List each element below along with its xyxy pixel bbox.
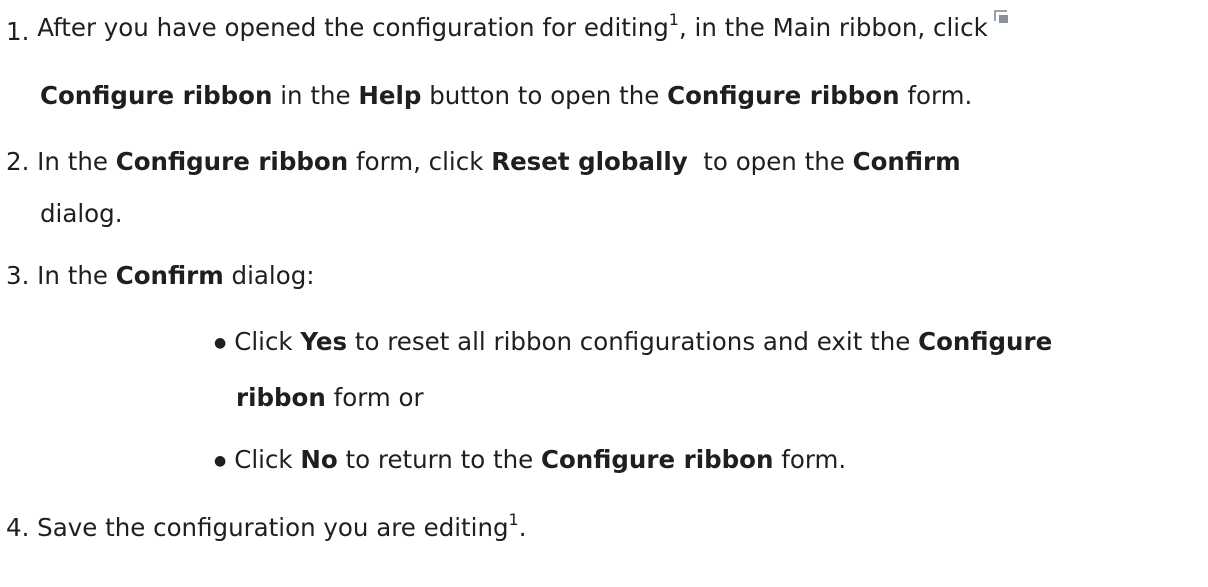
ui-term: Confirm: [115, 261, 224, 290]
step-number: 3.: [6, 261, 30, 290]
ui-term: Help: [358, 81, 422, 110]
step-2-line-2: dialog.: [40, 198, 123, 230]
ui-term: Configure ribbon: [540, 445, 774, 474]
step-text: Click: [234, 327, 301, 356]
step-3-line-1: 3. In the Confirm dialog:: [6, 260, 315, 292]
step-text: dialog.: [40, 199, 123, 228]
step-number: 4.: [6, 513, 30, 542]
ui-term: Configure ribbon: [667, 81, 900, 110]
step-text: to open the: [687, 147, 853, 176]
step-1-line-2: Configure ribbon in the Help button to o…: [40, 80, 972, 112]
step-text: form.: [773, 445, 847, 474]
ui-term: Confirm: [852, 147, 961, 176]
step-text: form, click: [348, 147, 492, 176]
ui-term: No: [300, 445, 338, 474]
step-text: form or: [325, 383, 424, 412]
ui-term: Configure: [918, 327, 1053, 356]
step-text: Save the configuration you are editing: [29, 513, 509, 542]
step-text: .: [518, 513, 527, 542]
step-4-line-1: 4. Save the configuration you are editin…: [6, 510, 527, 544]
bullet-icon: ●: [214, 335, 227, 351]
footnote-marker[interactable]: 1: [669, 10, 679, 29]
configure-ribbon-icon: [993, 10, 1010, 24]
step-number: 1.: [6, 17, 30, 46]
step-text: in the: [272, 81, 359, 110]
ui-term: Configure ribbon: [40, 81, 273, 110]
step-2-line-1: 2. In the Configure ribbon form, click R…: [6, 146, 961, 178]
bullet-2-line-1: ● Click No to return to the Configure rib…: [214, 444, 846, 477]
step-number: 2.: [6, 147, 30, 176]
ui-term: ribbon: [236, 383, 326, 412]
ui-term: Yes: [300, 327, 348, 356]
step-text: to reset all ribbon configurations and e…: [347, 327, 919, 356]
step-text: Click: [234, 445, 301, 474]
step-1-line-1: 1. After you have opened the configurati…: [6, 10, 1010, 48]
ui-term: Configure ribbon: [115, 147, 349, 176]
step-text: In the: [29, 147, 116, 176]
step-text: form.: [899, 81, 973, 110]
bullet-icon: ●: [214, 453, 227, 469]
step-text: dialog:: [223, 261, 315, 290]
step-text: button to open the: [421, 81, 668, 110]
step-text: , in the Main ribbon, click: [678, 13, 988, 42]
step-text: After you have opened the configuration …: [37, 13, 669, 42]
ui-term: Reset globally: [491, 147, 688, 176]
bullet-1-line-1: ● Click Yes to reset all ribbon configura…: [214, 326, 1052, 359]
bullet-1-line-2: ribbon form or: [236, 382, 424, 414]
step-text: In the: [29, 261, 116, 290]
step-text: to return to the: [337, 445, 541, 474]
footnote-marker[interactable]: 1: [509, 510, 519, 529]
